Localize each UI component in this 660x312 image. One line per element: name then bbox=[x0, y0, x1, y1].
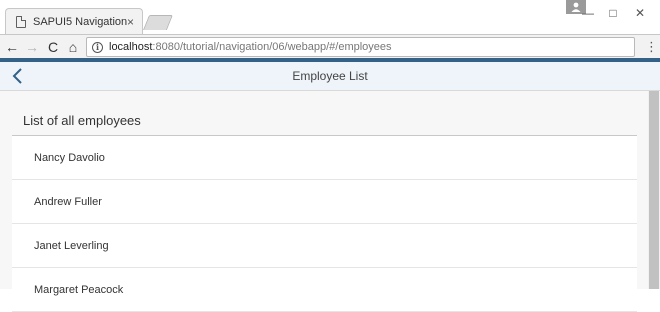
browser-titlebar: SAPUI5 Navigation × — □ ✕ bbox=[0, 0, 660, 35]
reload-icon[interactable]: C bbox=[46, 39, 60, 55]
tab-title: SAPUI5 Navigation bbox=[33, 16, 127, 28]
employee-list-item[interactable]: Nancy Davolio bbox=[12, 136, 637, 180]
employee-list-item[interactable]: Andrew Fuller bbox=[12, 180, 637, 224]
url-path: :8080/tutorial/navigation/06/webapp/#/em… bbox=[152, 41, 392, 53]
address-bar[interactable]: i localhost:8080/tutorial/navigation/06/… bbox=[86, 37, 635, 57]
home-icon[interactable]: ⌂ bbox=[66, 39, 80, 55]
browser-back-icon[interactable]: ← bbox=[5, 39, 19, 55]
url-text[interactable]: localhost:8080/tutorial/navigation/06/we… bbox=[109, 41, 392, 53]
maximize-icon[interactable]: □ bbox=[603, 3, 623, 23]
page-content: List of all employees Nancy Davolio Andr… bbox=[0, 91, 648, 312]
browser-forward-icon[interactable]: → bbox=[25, 39, 39, 55]
scrollbar-thumb[interactable] bbox=[649, 91, 659, 289]
close-window-icon[interactable]: ✕ bbox=[630, 3, 650, 23]
page-icon bbox=[16, 16, 26, 28]
info-icon[interactable]: i bbox=[92, 41, 103, 53]
employee-list-item[interactable]: Margaret Peacock bbox=[12, 268, 637, 312]
page-title: Employee List bbox=[292, 69, 368, 83]
browser-tab[interactable]: SAPUI5 Navigation × bbox=[5, 8, 143, 35]
page-header: Employee List bbox=[0, 62, 660, 91]
tab-close-icon[interactable]: × bbox=[127, 16, 134, 28]
employee-list-panel: List of all employees Nancy Davolio Andr… bbox=[12, 105, 637, 312]
new-tab-button[interactable] bbox=[142, 15, 174, 30]
browser-toolbar: ← → C ⌂ i localhost:8080/tutorial/naviga… bbox=[0, 34, 660, 58]
url-host: localhost bbox=[109, 41, 153, 53]
list-header: List of all employees bbox=[12, 105, 637, 136]
browser-menu-icon[interactable]: ⋮ bbox=[645, 39, 658, 55]
employee-list-item[interactable]: Janet Leverling bbox=[12, 224, 637, 268]
minimize-icon[interactable]: — bbox=[578, 3, 598, 23]
